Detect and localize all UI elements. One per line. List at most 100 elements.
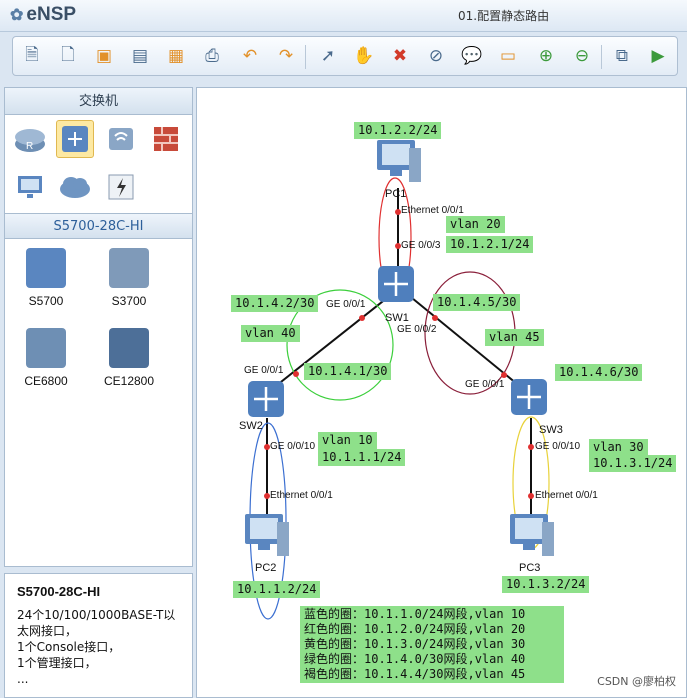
legend-line-yellow: 黄色的圈：10.1.3.0/24网段,vlan 30 bbox=[304, 637, 526, 651]
vlan-legend: 蓝色的圈：10.1.1.0/24网段,vlan 10 红色的圈：10.1.2.0… bbox=[300, 606, 564, 683]
legend-line-brown: 褐色的圈：10.1.4.4/30网段,vlan 45 bbox=[304, 667, 526, 681]
vlan10-label: vlan 10 bbox=[318, 432, 377, 449]
pc3-ip-label: 10.1.3.2/24 bbox=[502, 576, 590, 593]
model-s3700[interactable]: S3700 bbox=[94, 248, 164, 308]
description-line: 1个管理接口， bbox=[17, 656, 97, 670]
pc-icon[interactable] bbox=[11, 168, 49, 206]
pc1-name: PC1 bbox=[385, 188, 407, 200]
app-name: eNSP bbox=[26, 4, 77, 25]
port-label: Ethernet 0/0/1 bbox=[401, 205, 464, 216]
delete-link-icon[interactable]: ⊘ bbox=[423, 43, 449, 69]
sw3-ip45-label: 10.1.4.6/30 bbox=[555, 364, 643, 381]
save-icon[interactable]: ▤ bbox=[127, 43, 153, 69]
model-s5700[interactable]: S5700 bbox=[11, 248, 81, 308]
legend-line-blue: 蓝色的圈：10.1.1.0/24网段,vlan 10 bbox=[304, 607, 526, 621]
document-title: 01.配置静态路由 bbox=[458, 9, 550, 23]
cloud-icon[interactable] bbox=[56, 168, 94, 206]
watermark: CSDN @廖柏权 bbox=[597, 675, 676, 688]
model-label: CE12800 bbox=[103, 374, 155, 388]
port-dot bbox=[528, 493, 534, 499]
port-label: GE 0/0/1 bbox=[326, 299, 366, 310]
model-ce12800[interactable]: CE12800 bbox=[94, 328, 164, 388]
sw2-ip40-label: 10.1.4.1/30 bbox=[304, 363, 392, 380]
sw2-name: SW2 bbox=[239, 420, 263, 432]
vlan30-label: vlan 30 bbox=[589, 439, 648, 456]
switch-ce6800-icon bbox=[26, 328, 66, 368]
title-bar: ✿ eNSP 01.配置静态路由 bbox=[0, 0, 687, 32]
zoom-in-icon[interactable]: ⊕ bbox=[533, 43, 559, 69]
port-dot bbox=[528, 444, 534, 450]
port-label: Ethernet 0/0/1 bbox=[535, 490, 598, 501]
wireless-icon[interactable] bbox=[102, 120, 140, 158]
switch-s5700-icon bbox=[26, 248, 66, 288]
port-label: GE 0/0/1 bbox=[244, 365, 284, 376]
description-line: 1个Console接口， bbox=[17, 640, 121, 654]
pc2-device[interactable] bbox=[245, 514, 289, 556]
port-label: GE 0/0/3 bbox=[401, 240, 441, 251]
port-dot bbox=[359, 315, 365, 321]
sw3-device[interactable] bbox=[511, 379, 547, 415]
text-icon[interactable]: 💬 bbox=[459, 43, 485, 69]
new-page-icon[interactable]: 🗋 bbox=[55, 43, 81, 69]
description-line: 24个10/100/1000BASE-T以 bbox=[17, 608, 176, 622]
pc1-ip-label: 10.1.2.2/24 bbox=[354, 122, 442, 139]
port-label: Ethernet 0/0/1 bbox=[270, 490, 333, 501]
switch-ce12800-icon bbox=[109, 328, 149, 368]
vlan20-label: vlan 20 bbox=[446, 216, 505, 233]
open-icon[interactable]: ▣ bbox=[91, 43, 117, 69]
description-line: 太网接口， bbox=[17, 624, 78, 638]
description-title: S5700-28C-HI bbox=[17, 584, 101, 599]
ensp-logo-icon: ✿ bbox=[10, 7, 24, 24]
switch-icon[interactable] bbox=[56, 120, 94, 158]
router-icon[interactable]: R bbox=[11, 120, 49, 158]
category-title: 交换机 bbox=[5, 88, 192, 115]
port-label: GE 0/0/10 bbox=[535, 441, 581, 452]
port-dot bbox=[293, 371, 299, 377]
port-label: GE 0/0/10 bbox=[270, 441, 316, 452]
save-as-icon[interactable]: ▦ bbox=[163, 43, 189, 69]
port-label: GE 0/0/1 bbox=[465, 379, 505, 390]
sw3-vlanif30-label: 10.1.3.1/24 bbox=[589, 455, 677, 472]
model-label: S3700 bbox=[111, 294, 147, 308]
pc2-name: PC2 bbox=[255, 562, 277, 574]
pc3-name: PC3 bbox=[519, 562, 541, 574]
device-panel: 交换机 R S5700-28C-HI S5700 S3700 CE6800 CE… bbox=[4, 87, 193, 567]
port-dot bbox=[501, 372, 507, 378]
fit-icon[interactable]: ⧉ bbox=[609, 43, 635, 69]
delete-icon[interactable]: ✖ bbox=[387, 43, 413, 69]
redo-icon[interactable]: ↷ bbox=[273, 43, 299, 69]
port-label: GE 0/0/2 bbox=[397, 324, 437, 335]
model-label: CE6800 bbox=[24, 374, 68, 388]
rectangle-icon[interactable]: ▭ bbox=[495, 43, 521, 69]
select-icon[interactable]: ➚ bbox=[315, 43, 341, 69]
toolbar-separator bbox=[305, 45, 306, 69]
switch-s3700-icon bbox=[109, 248, 149, 288]
pan-hand-icon[interactable]: ✋ bbox=[351, 43, 377, 69]
sw2-device[interactable] bbox=[248, 381, 284, 417]
legend-line-red: 红色的圈：10.1.2.0/24网段,vlan 20 bbox=[304, 622, 526, 636]
sw1-ip40-label: 10.1.4.2/30 bbox=[231, 295, 319, 312]
toolbar-separator bbox=[601, 45, 602, 69]
vlan40-label: vlan 40 bbox=[241, 325, 300, 342]
undo-icon[interactable]: ↶ bbox=[237, 43, 263, 69]
model-ce6800[interactable]: CE6800 bbox=[11, 328, 81, 388]
new-topology-icon[interactable]: 🗎 bbox=[19, 43, 45, 69]
model-group-title: S5700-28C-HI bbox=[5, 213, 192, 239]
topology-canvas[interactable]: PC1 SW1 SW2 SW3 PC2 PC3 Ethernet 0/0/1 G… bbox=[196, 87, 687, 698]
svg-text:R: R bbox=[26, 141, 33, 152]
start-all-icon[interactable]: ▶ bbox=[645, 43, 671, 69]
app-logo: ✿ eNSP bbox=[10, 4, 76, 26]
print-icon[interactable]: ⎙ bbox=[199, 43, 225, 69]
sw1-vlanif20-label: 10.1.2.1/24 bbox=[446, 236, 534, 253]
pc3-device[interactable] bbox=[510, 514, 554, 556]
firewall-icon[interactable] bbox=[147, 120, 185, 158]
pc1-device[interactable] bbox=[377, 140, 421, 182]
description-line: ... bbox=[17, 672, 29, 686]
toolbar: 🗎 🗋 ▣ ▤ ▦ ⎙ ↶ ↷ ➚ ✋ ✖ ⊘ 💬 ▭ ⊕ ⊖ ⧉ ▶ bbox=[12, 36, 678, 76]
sw2-vlanif10-label: 10.1.1.1/24 bbox=[318, 449, 406, 466]
pc2-ip-label: 10.1.1.2/24 bbox=[233, 581, 321, 598]
sw1-device[interactable] bbox=[378, 266, 414, 302]
sw1-name: SW1 bbox=[385, 312, 409, 324]
zoom-out-icon[interactable]: ⊖ bbox=[569, 43, 595, 69]
other-device-icon[interactable] bbox=[102, 168, 140, 206]
